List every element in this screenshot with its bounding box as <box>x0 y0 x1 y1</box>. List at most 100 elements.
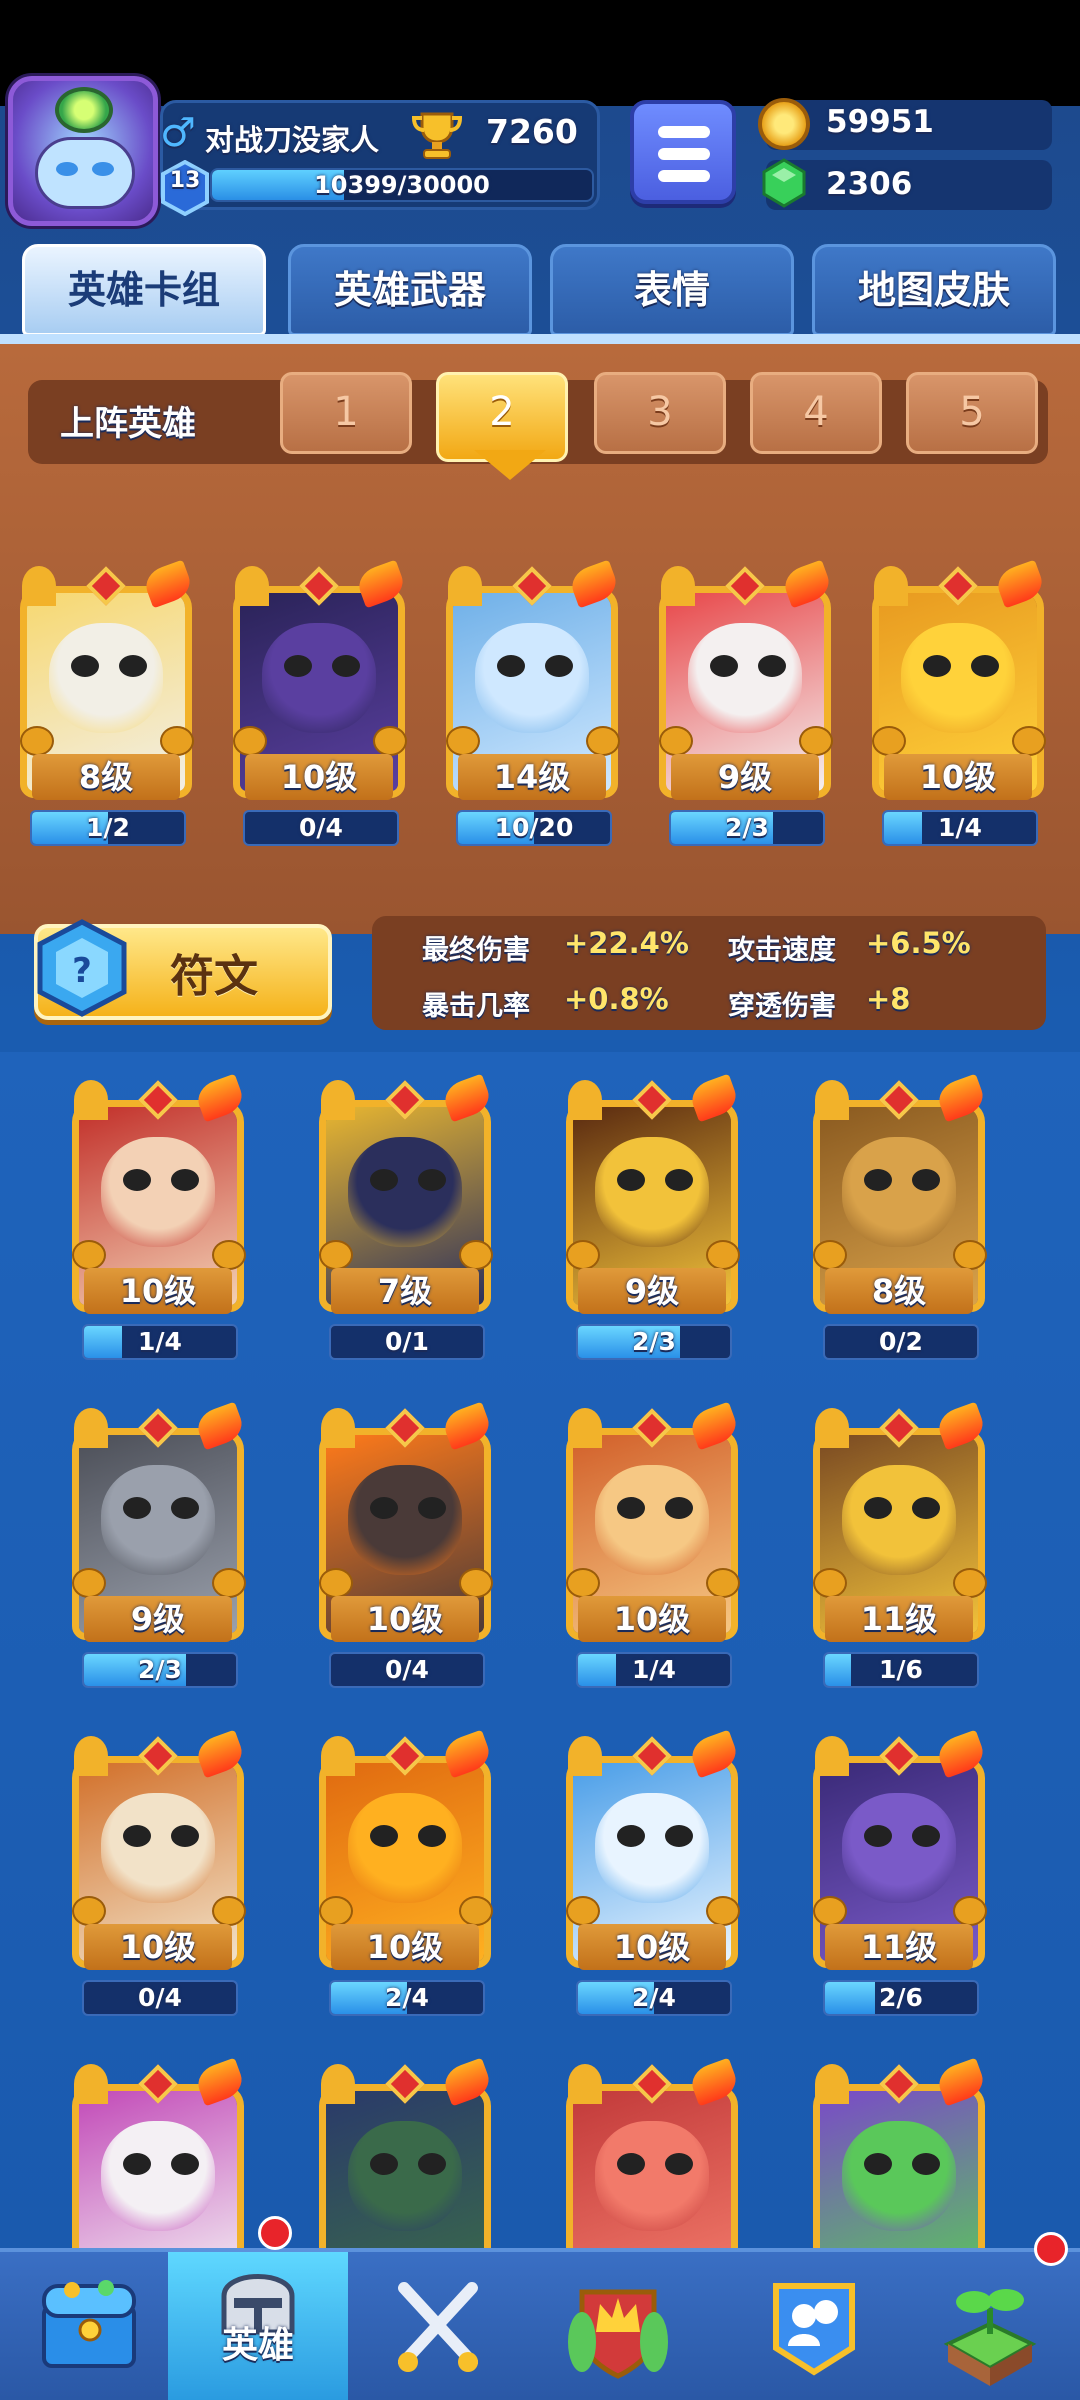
hero-level: 9级 <box>578 1268 726 1314</box>
gold-amount: 59951 <box>826 104 934 140</box>
hero-card-octopus-pirate[interactable]: 11级 2/6 <box>805 1729 989 2036</box>
nav-battle[interactable] <box>348 2252 528 2400</box>
card-progress-bar: 0/4 <box>82 1980 238 2016</box>
stat-attack-speed-label: 攻击速度 <box>728 935 836 966</box>
hero-portrait <box>595 1793 709 1903</box>
hero-portrait <box>842 1793 956 1903</box>
tab-map-skins[interactable]: 地图皮肤 <box>812 244 1056 336</box>
player-name[interactable]: 对战刀没家人 <box>205 117 379 159</box>
hero-card-yeti[interactable]: 10级 2/4 <box>558 1729 742 2036</box>
hero-card-chef[interactable]: 10级 1/4 <box>864 559 1048 866</box>
crown-shield-icon <box>568 2289 668 2379</box>
hero-portrait <box>348 2121 462 2231</box>
stat-final-damage-value: +22.4% <box>564 926 689 960</box>
hero-card-sage[interactable]: 10级 0/4 <box>64 1729 248 2036</box>
card-progress-text: 2/6 <box>879 1983 923 2012</box>
hero-portrait <box>101 1465 215 1575</box>
card-progress-bar: 2/3 <box>576 1324 732 1360</box>
gender-male-icon: ♂ <box>160 110 196 156</box>
card-progress-bar: 2/6 <box>823 1980 979 2016</box>
hero-level: 10级 <box>245 754 393 800</box>
card-progress-text: 1/4 <box>938 813 982 842</box>
card-progress-text: 2/4 <box>385 1983 429 2012</box>
nav-shop[interactable] <box>0 2252 180 2400</box>
hero-portrait <box>101 2121 215 2231</box>
stat-attack-speed-value: +6.5% <box>866 926 971 960</box>
player-level: 13 <box>169 168 201 193</box>
hero-card-ghost[interactable]: 8级 1/2 <box>12 559 196 866</box>
lineup-slot-4[interactable]: 4 <box>750 372 882 454</box>
hero-level: 10级 <box>578 1596 726 1642</box>
card-progress-bar: 2/3 <box>669 810 825 846</box>
hero-card-monkey-king[interactable]: 10级 1/4 <box>558 1401 742 1708</box>
hero-portrait <box>348 1465 462 1575</box>
card-progress-text: 1/4 <box>632 1655 676 1684</box>
hero-card-fan-girl[interactable]: 10级 1/4 <box>64 1073 248 1380</box>
hero-portrait <box>595 2121 709 2231</box>
hero-portrait <box>101 1793 215 1903</box>
status-bar <box>0 0 1080 106</box>
card-progress-text: 2/3 <box>138 1655 182 1684</box>
hero-level: 8级 <box>825 1268 973 1314</box>
card-progress-bar: 0/4 <box>243 810 399 846</box>
hero-portrait <box>842 2121 956 2231</box>
nav-ranking[interactable] <box>528 2252 708 2400</box>
hero-card-tree-spirit[interactable]: 8级 0/2 <box>805 1073 989 1380</box>
hero-card-zeus[interactable]: 14级 10/20 <box>438 559 622 866</box>
hero-portrait <box>348 1793 462 1903</box>
menu-button[interactable] <box>630 100 736 204</box>
hero-card-cowboy[interactable]: 11级 1/6 <box>805 1401 989 1708</box>
card-progress-text: 10/20 <box>494 813 574 842</box>
active-slot-arrow <box>474 450 546 480</box>
hero-level: 11级 <box>825 1924 973 1970</box>
card-progress-text: 0/1 <box>385 1327 429 1356</box>
notification-dot <box>258 2216 292 2250</box>
hero-card-lava-golem[interactable]: 10级 0/4 <box>311 1401 495 1708</box>
lineup-label: 上阵英雄 <box>60 404 196 444</box>
hero-card-clown[interactable]: 9级 2/3 <box>651 559 835 866</box>
tab-hero-deck[interactable]: 英雄卡组 <box>22 244 266 336</box>
card-progress-bar: 1/4 <box>576 1652 732 1688</box>
hero-card-knight[interactable]: 9级 2/3 <box>64 1401 248 1708</box>
card-progress-bar: 2/4 <box>576 1980 732 2016</box>
card-progress-text: 2/3 <box>725 813 769 842</box>
card-progress-bar: 0/2 <box>823 1324 979 1360</box>
crossed-swords-icon <box>398 2282 478 2372</box>
nav-garden[interactable] <box>900 2252 1080 2400</box>
notification-dot <box>1034 2232 1068 2266</box>
nav-guild[interactable] <box>724 2252 904 2400</box>
hero-portrait <box>842 1137 956 1247</box>
hero-level: 10级 <box>578 1924 726 1970</box>
stat-pierce-damage-value: +8 <box>866 982 911 1016</box>
hero-portrait <box>688 623 802 733</box>
hero-portrait <box>842 1465 956 1575</box>
hero-portrait <box>348 1137 462 1247</box>
hero-card-hooded-monk[interactable]: 9级 2/3 <box>558 1073 742 1380</box>
gold-coin-icon <box>758 98 810 150</box>
lineup-slot-2[interactable]: 2 <box>436 372 568 462</box>
lineup-slot-5[interactable]: 5 <box>906 372 1038 454</box>
card-progress-text: 1/2 <box>86 813 130 842</box>
card-progress-text: 2/4 <box>632 1983 676 2012</box>
stat-crit-rate-label: 暴击几率 <box>422 991 530 1022</box>
lineup-slot-1[interactable]: 1 <box>280 372 412 454</box>
hero-card-mustache-ball[interactable]: 10级 2/4 <box>311 1729 495 2036</box>
hero-level: 9级 <box>671 754 819 800</box>
hero-card-pharaoh[interactable]: 7级 0/1 <box>311 1073 495 1380</box>
card-progress-bar: 10/20 <box>456 810 612 846</box>
hero-level: 9级 <box>84 1596 232 1642</box>
card-progress-bar: 2/4 <box>329 1980 485 2016</box>
stat-final-damage-label: 最终伤害 <box>422 935 530 966</box>
nav-heroes-label: 英雄 <box>221 2325 294 2366</box>
hero-portrait <box>262 623 376 733</box>
hero-card-dark-wizard[interactable]: 10级 0/4 <box>225 559 409 866</box>
sprout-icon <box>943 2289 1037 2386</box>
tab-hero-weapons[interactable]: 英雄武器 <box>288 244 532 336</box>
player-avatar[interactable] <box>8 76 158 226</box>
lineup-slot-3[interactable]: 3 <box>594 372 726 454</box>
hero-portrait <box>101 1137 215 1247</box>
tab-emotes[interactable]: 表情 <box>550 244 794 336</box>
card-progress-bar: 2/3 <box>82 1652 238 1688</box>
hero-portrait <box>49 623 163 733</box>
hero-level: 10级 <box>331 1596 479 1642</box>
